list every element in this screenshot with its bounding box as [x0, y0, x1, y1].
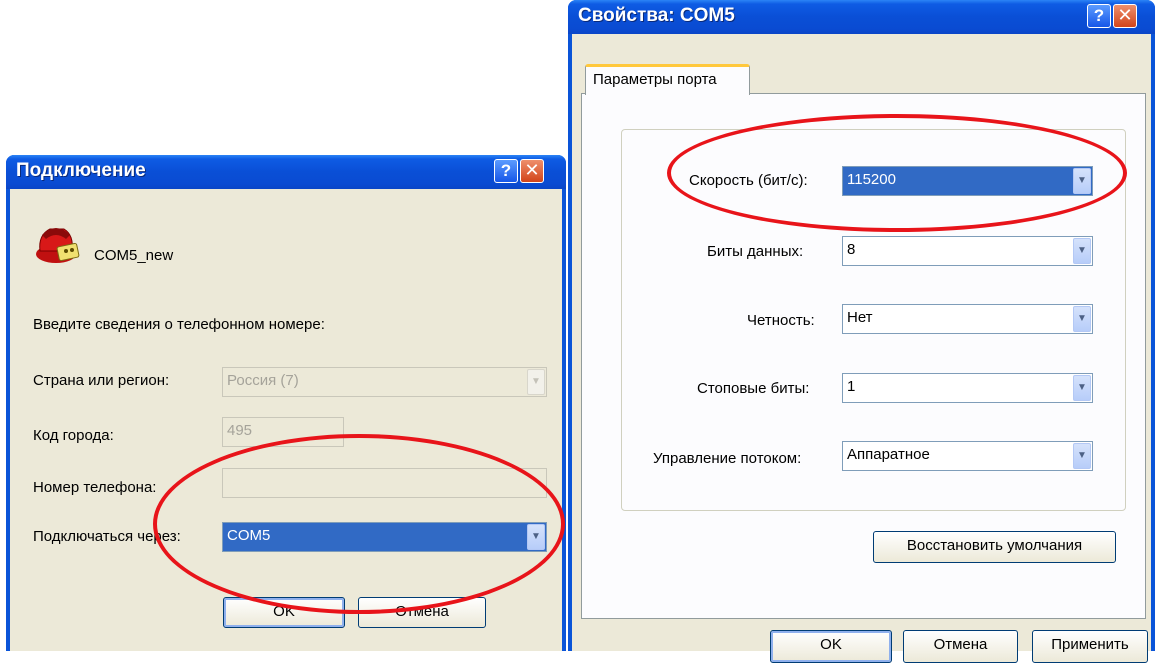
stop-bits-label: Стоповые биты: — [697, 380, 810, 397]
phone-number-label: Номер телефона: — [33, 479, 157, 496]
close-icon: ✕ — [524, 160, 540, 180]
tab-port-settings[interactable]: Параметры порта — [585, 64, 750, 95]
help-icon: ? — [500, 161, 512, 180]
country-value: Россия (7) — [227, 372, 299, 389]
help-icon: ? — [1093, 6, 1105, 25]
connect-dialog-title: Подключение — [16, 160, 146, 181]
annotation-ellipse-speed — [667, 114, 1127, 232]
chevron-down-icon[interactable]: ▼ — [1073, 375, 1091, 401]
cancel-button[interactable]: Отмена — [903, 630, 1018, 663]
chevron-down-icon[interactable]: ▼ — [527, 369, 545, 395]
connect-dialog-titlebar[interactable]: Подключение ? ✕ — [6, 155, 566, 189]
chevron-down-icon[interactable]: ▼ — [1073, 306, 1091, 332]
annotation-ellipse-connect-via — [153, 434, 565, 614]
area-code-value: 495 — [227, 422, 253, 439]
close-button[interactable]: ✕ — [520, 159, 544, 183]
parity-select[interactable]: Нет ▼ — [842, 304, 1093, 334]
stop-bits-select[interactable]: 1 ▼ — [842, 373, 1093, 403]
country-label: Страна или регион: — [33, 372, 170, 389]
phone-info-prompt: Введите сведения о телефонном номере: — [33, 316, 325, 333]
flow-control-select[interactable]: Аппаратное ▼ — [842, 441, 1093, 471]
close-icon: ✕ — [1117, 5, 1133, 25]
country-select[interactable]: Россия (7) ▼ — [222, 367, 547, 397]
apply-button[interactable]: Применить — [1032, 630, 1148, 663]
restore-defaults-button[interactable]: Восстановить умолчания — [873, 531, 1116, 563]
help-button[interactable]: ? — [494, 159, 518, 183]
chevron-down-icon[interactable]: ▼ — [1073, 238, 1091, 264]
flow-control-label: Управление потоком: — [653, 450, 802, 467]
parity-value: Нет — [847, 309, 873, 326]
help-button[interactable]: ? — [1087, 4, 1111, 28]
phone-connection-icon — [36, 228, 80, 263]
properties-dialog-titlebar[interactable]: Свойства: COM5 ? ✕ — [568, 0, 1155, 34]
properties-dialog: Свойства: COM5 ? ✕ Скорость (бит/с): 115… — [568, 0, 1155, 663]
flow-control-value: Аппаратное — [847, 446, 930, 463]
data-bits-value: 8 — [847, 241, 856, 258]
data-bits-select[interactable]: 8 ▼ — [842, 236, 1093, 266]
stop-bits-value: 1 — [847, 378, 856, 395]
parity-label: Четность: — [747, 312, 815, 329]
properties-dialog-title: Свойства: COM5 — [578, 5, 735, 26]
chevron-down-icon[interactable]: ▼ — [1073, 443, 1091, 469]
close-button[interactable]: ✕ — [1113, 4, 1137, 28]
ok-button[interactable]: OK — [770, 630, 892, 663]
area-code-label: Код города: — [33, 427, 114, 444]
data-bits-label: Биты данных: — [707, 243, 804, 260]
connection-name: COM5_new — [94, 247, 174, 264]
